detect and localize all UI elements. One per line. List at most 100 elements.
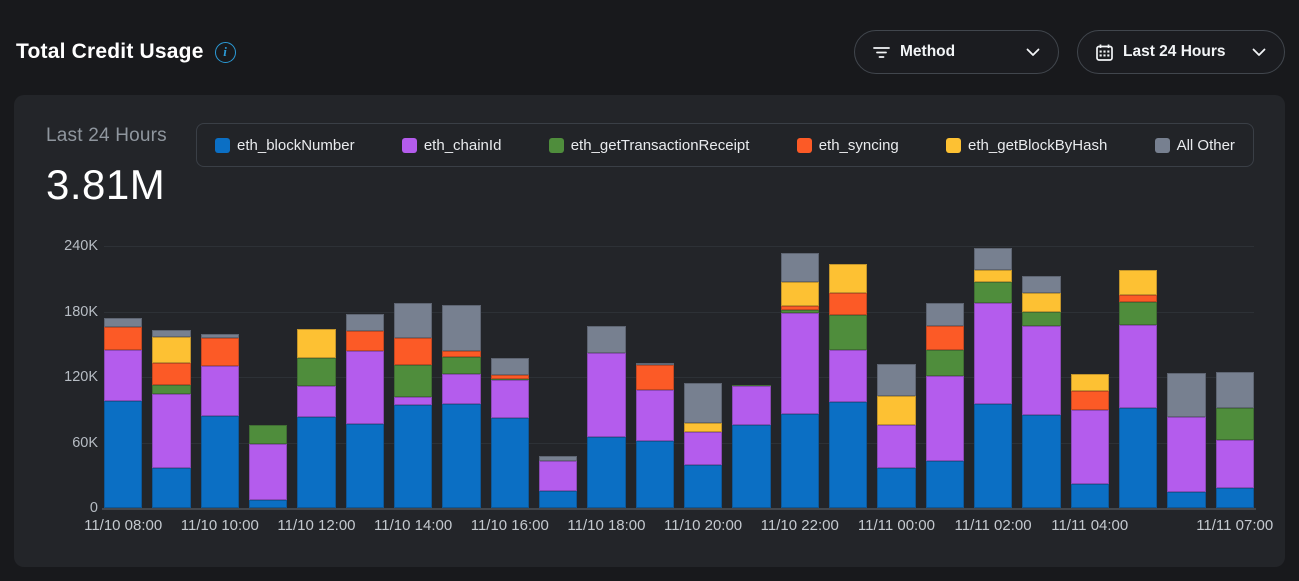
bar-segment[interactable] — [926, 376, 964, 461]
stacked-bar[interactable]: 11/10 10:00 — [201, 334, 239, 508]
bar-segment[interactable] — [1071, 410, 1109, 484]
info-icon[interactable]: i — [215, 42, 236, 63]
bar-segment[interactable] — [1071, 374, 1109, 391]
stacked-bar[interactable]: 11/10 16:00 — [491, 358, 529, 508]
bar-segment[interactable] — [1119, 302, 1157, 325]
bar-segment[interactable] — [877, 425, 915, 468]
bar-segment[interactable] — [152, 385, 190, 395]
bar-segment[interactable] — [974, 270, 1012, 282]
stacked-bar[interactable] — [1167, 373, 1205, 508]
stacked-bar[interactable]: 11/11 04:00 — [1071, 374, 1109, 508]
bar-segment[interactable] — [104, 327, 142, 350]
bar-segment[interactable] — [1022, 326, 1060, 416]
stacked-bar[interactable] — [636, 363, 674, 508]
bar-segment[interactable] — [587, 353, 625, 437]
time-range-dropdown[interactable]: Last 24 Hours — [1077, 30, 1285, 74]
bar-segment[interactable] — [346, 424, 384, 508]
bar-segment[interactable] — [394, 405, 432, 508]
bar-segment[interactable] — [346, 314, 384, 331]
stacked-bar[interactable] — [442, 305, 480, 508]
stacked-bar[interactable] — [249, 425, 287, 508]
bar-segment[interactable] — [346, 351, 384, 424]
bar-segment[interactable] — [1071, 484, 1109, 508]
bar-segment[interactable] — [877, 396, 915, 425]
bar-segment[interactable] — [732, 386, 770, 425]
bar-segment[interactable] — [877, 364, 915, 396]
bar-segment[interactable] — [201, 366, 239, 416]
bar-segment[interactable] — [829, 315, 867, 350]
bar-segment[interactable] — [539, 491, 577, 508]
bar-segment[interactable] — [587, 437, 625, 508]
bar-segment[interactable] — [636, 365, 674, 390]
stacked-bar[interactable]: 11/11 00:00 — [877, 364, 915, 508]
stacked-bar[interactable]: 11/11 02:00 — [974, 248, 1012, 508]
stacked-bar[interactable]: 11/10 08:00 — [104, 318, 142, 508]
bar-segment[interactable] — [636, 441, 674, 508]
bar-segment[interactable] — [394, 303, 432, 338]
legend-item[interactable]: eth_getTransactionReceipt — [549, 137, 750, 154]
bar-segment[interactable] — [974, 303, 1012, 405]
bar-segment[interactable] — [1119, 270, 1157, 295]
bar-segment[interactable] — [201, 416, 239, 508]
bar-segment[interactable] — [781, 253, 819, 282]
stacked-bar[interactable] — [732, 385, 770, 508]
bar-segment[interactable] — [1216, 408, 1254, 441]
legend-item[interactable]: eth_chainId — [402, 137, 502, 154]
legend-item[interactable]: eth_getBlockByHash — [946, 137, 1107, 154]
bar-segment[interactable] — [684, 423, 722, 432]
bar-segment[interactable] — [394, 338, 432, 365]
stacked-bar[interactable] — [152, 330, 190, 508]
bar-segment[interactable] — [732, 425, 770, 508]
bar-segment[interactable] — [201, 338, 239, 366]
bar-segment[interactable] — [781, 282, 819, 306]
bar-segment[interactable] — [684, 432, 722, 466]
bar-segment[interactable] — [152, 468, 190, 508]
bar-segment[interactable] — [394, 365, 432, 397]
stacked-bar[interactable]: 11/10 20:00 — [684, 383, 722, 509]
bar-segment[interactable] — [104, 401, 142, 508]
bar-segment[interactable] — [249, 425, 287, 444]
stacked-bar[interactable]: 11/10 12:00 — [297, 329, 335, 508]
stacked-bar[interactable] — [829, 264, 867, 509]
bar-segment[interactable] — [1119, 325, 1157, 408]
legend-item[interactable]: eth_blockNumber — [215, 137, 355, 154]
bar-segment[interactable] — [491, 418, 529, 508]
bar-segment[interactable] — [1216, 372, 1254, 408]
legend-item[interactable]: All Other — [1155, 137, 1235, 154]
bar-segment[interactable] — [926, 350, 964, 376]
bar-segment[interactable] — [1071, 391, 1109, 410]
bar-segment[interactable] — [1022, 293, 1060, 312]
bar-segment[interactable] — [1216, 440, 1254, 488]
stacked-bar[interactable]: 11/11 07:00 — [1216, 372, 1254, 508]
bar-segment[interactable] — [877, 468, 915, 508]
bar-segment[interactable] — [684, 465, 722, 508]
bar-segment[interactable] — [297, 386, 335, 418]
bar-segment[interactable] — [781, 313, 819, 415]
bar-segment[interactable] — [491, 358, 529, 374]
bar-segment[interactable] — [587, 326, 625, 353]
stacked-bar[interactable] — [1022, 276, 1060, 508]
bar-segment[interactable] — [974, 282, 1012, 303]
bar-segment[interactable] — [104, 318, 142, 327]
bar-segment[interactable] — [152, 363, 190, 385]
bar-segment[interactable] — [781, 414, 819, 508]
stacked-bar[interactable] — [926, 303, 964, 508]
bar-segment[interactable] — [974, 404, 1012, 508]
bar-segment[interactable] — [636, 390, 674, 441]
bar-segment[interactable] — [829, 293, 867, 315]
bar-segment[interactable] — [104, 350, 142, 401]
bar-segment[interactable] — [442, 357, 480, 373]
bar-segment[interactable] — [442, 305, 480, 351]
stacked-bar[interactable]: 11/10 22:00 — [781, 253, 819, 508]
stacked-bar[interactable] — [539, 456, 577, 508]
bar-segment[interactable] — [829, 350, 867, 402]
bar-segment[interactable] — [442, 404, 480, 508]
bar-segment[interactable] — [926, 461, 964, 508]
bar-segment[interactable] — [684, 383, 722, 423]
bar-segment[interactable] — [297, 417, 335, 508]
bar-segment[interactable] — [1167, 492, 1205, 508]
bar-segment[interactable] — [829, 264, 867, 293]
stacked-bar[interactable]: 11/10 14:00 — [394, 303, 432, 508]
bar-segment[interactable] — [1216, 488, 1254, 508]
bar-segment[interactable] — [1167, 373, 1205, 418]
